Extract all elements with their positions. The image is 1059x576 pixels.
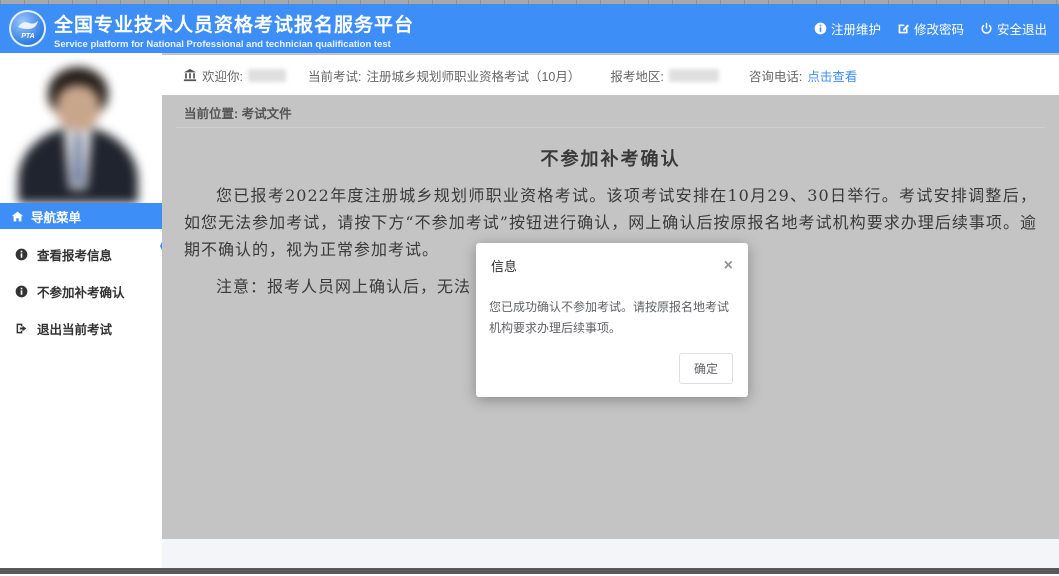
modal-message: 您已成功确认不参加考试。请按原报名地考试机构要求办理后续事项。 [476,285,748,341]
user-photo [0,53,162,203]
confirm-button[interactable]: 确定 [679,353,733,384]
redacted-region [669,69,719,82]
sidebar-item-no-makeup-confirm[interactable]: 不参加补考确认 [0,273,162,310]
nav-menu-header: 导航菜单 [0,203,162,229]
phone-group: 咨询电话: 点击查看 [749,66,858,85]
logout-label: 安全退出 [997,19,1047,38]
sidebar-item-view-registration[interactable]: 查看报考信息 [0,236,162,273]
register-maintain-link[interactable]: 注册维护 [814,19,881,38]
change-password-link[interactable]: 修改密码 [897,19,964,38]
content-title: 不参加补考确认 [162,145,1059,171]
user-photo-blurred [0,53,162,203]
header-titles: 全国专业技术人员资格考试报名服务平台 Service platform for … [54,10,414,50]
sidebar-item-label: 不参加补考确认 [37,282,125,301]
modal-footer: 确定 [476,341,748,397]
register-maintain-label: 注册维护 [831,19,881,38]
nav-menu: 查看报考信息 不参加补考确认 退出当前考试 [0,236,162,347]
current-exam-group: 当前考试: 注册城乡规划师职业资格考试（10月） [308,66,580,85]
logo-wave-icon: PTA [13,14,43,44]
page-title: 全国专业技术人员资格考试报名服务平台 [54,10,414,37]
region-group: 报考地区: [610,66,718,85]
edit-icon [897,22,910,35]
nav-menu-title: 导航菜单 [31,207,81,226]
close-icon[interactable]: × [724,258,733,274]
modal-header: 信息 × [476,243,748,285]
app-header: PTA 全国专业技术人员资格考试报名服务平台 Service platform … [0,4,1059,53]
info-modal: 信息 × 您已成功确认不参加考试。请按原报名地考试机构要求办理后续事项。 确定 [476,243,748,397]
sidebar: 导航菜单 查看报考信息 不参加补考确认 退出当前考试 [0,53,162,568]
welcome-group: 欢迎你: [183,66,286,85]
breadcrumb: 当前位置: 考试文件 [176,103,1045,128]
footer-bar [0,568,1059,574]
welcome-label: 欢迎你: [202,66,243,85]
phone-label: 咨询电话: [749,66,802,85]
info-icon [15,285,28,298]
phone-view-link[interactable]: 点击查看 [807,66,857,85]
footer-strip [162,539,1059,568]
modal-title: 信息 [491,256,517,275]
current-exam-value: 注册城乡规划师职业资格考试（10月） [366,66,580,85]
header-links: 注册维护 修改密码 安全退出 [814,19,1047,38]
sidebar-item-exit-exam[interactable]: 退出当前考试 [0,310,162,347]
region-label: 报考地区: [610,66,663,85]
redacted-username [248,69,286,82]
info-icon [814,22,827,35]
logout-icon [15,322,28,335]
change-password-label: 修改密码 [914,19,964,38]
logout-link[interactable]: 安全退出 [980,19,1047,38]
current-exam-label: 当前考试: [308,66,361,85]
page-subtitle: Service platform for National Profession… [54,39,414,50]
page: PTA 全国专业技术人员资格考试报名服务平台 Service platform … [0,0,1059,576]
home-icon [11,210,24,223]
info-icon [15,248,28,261]
bank-icon [183,68,197,82]
platform-logo: PTA [9,10,46,47]
sidebar-item-label: 查看报考信息 [37,245,112,264]
welcome-bar: 欢迎你: 当前考试: 注册城乡规划师职业资格考试（10月） 报考地区: 咨询电话… [162,55,1059,95]
sidebar-item-label: 退出当前考试 [37,319,112,338]
power-icon [980,22,993,35]
svg-text:PTA: PTA [21,33,34,40]
